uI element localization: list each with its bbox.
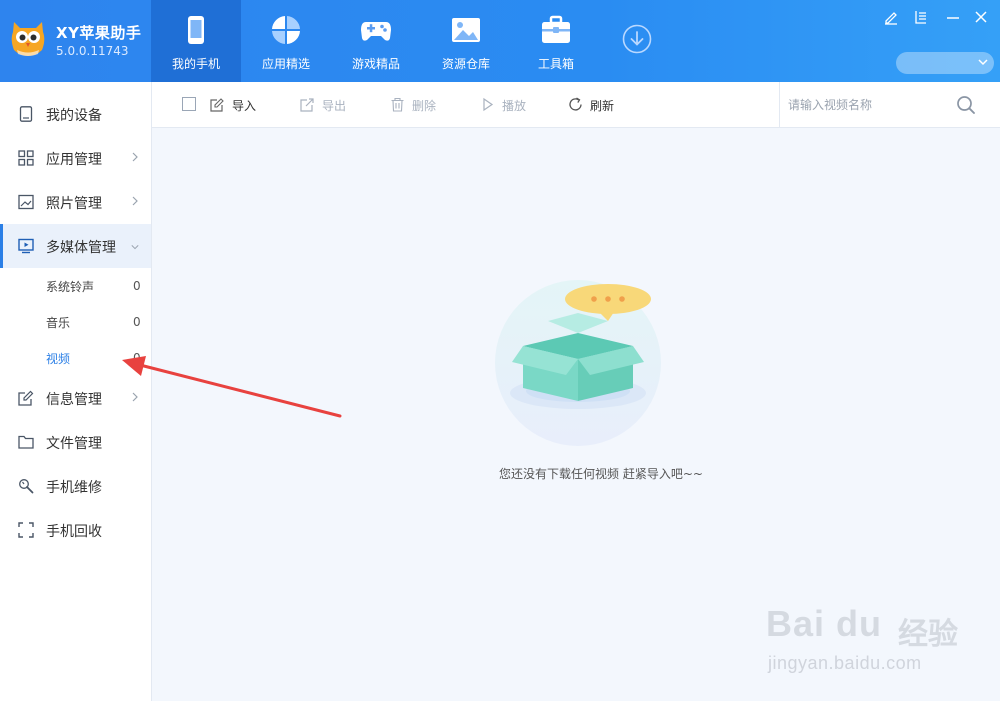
subitem-count: 0 — [133, 279, 141, 293]
export-label: 导出 — [322, 99, 347, 113]
chevron-down-icon — [131, 245, 139, 250]
sidebar-subitem-music[interactable]: 音乐 0 — [0, 304, 151, 340]
play-icon — [483, 97, 494, 112]
sidebar-item-multimedia[interactable]: 多媒体管理 — [0, 224, 151, 268]
search-box — [779, 82, 1000, 128]
chevron-down-icon — [978, 59, 988, 66]
watermark-baidu: Bai du — [766, 603, 883, 644]
baidu-jingyan-watermark: Bai du 经验 jingyan.baidu.com — [766, 595, 966, 685]
app-name: XY苹果助手 — [56, 24, 142, 42]
sidebar-item-recycle[interactable]: 手机回收 — [0, 508, 151, 552]
phone-icon — [188, 16, 204, 44]
sidebar-subitem-ringtones[interactable]: 系统铃声 0 — [0, 268, 151, 304]
owl-logo-icon — [11, 22, 45, 56]
subitem-label: 音乐 — [46, 316, 71, 330]
select-all-checkbox[interactable] — [182, 97, 196, 111]
sidebar-item-label: 手机回收 — [46, 524, 102, 540]
skin-edit-icon[interactable] — [882, 8, 900, 26]
sidebar-item-label: 手机维修 — [46, 480, 102, 496]
minimize-icon[interactable] — [944, 8, 962, 26]
apps-icon — [272, 16, 300, 44]
tab-label: 工具箱 — [537, 57, 574, 71]
toolbox-icon — [542, 15, 570, 43]
sidebar-item-repair[interactable]: 手机维修 — [0, 464, 151, 508]
tab-label: 资源仓库 — [441, 57, 490, 71]
image-icon — [452, 18, 480, 42]
tab-apps[interactable]: 应用精选 — [241, 0, 331, 82]
subitem-label: 系统铃声 — [46, 280, 95, 294]
tab-label: 应用精选 — [261, 57, 310, 71]
download-icon[interactable] — [622, 24, 652, 54]
device-icon — [19, 106, 33, 122]
gamepad-icon — [361, 22, 391, 41]
edit-icon — [18, 390, 34, 406]
sidebar-item-label: 多媒体管理 — [46, 240, 116, 256]
delete-label: 删除 — [412, 99, 437, 113]
wrench-icon — [19, 479, 34, 494]
close-icon[interactable] — [972, 8, 990, 26]
search-input[interactable] — [788, 94, 953, 116]
chevron-right-icon — [132, 152, 138, 162]
photo-icon — [18, 194, 34, 210]
recycle-frame-icon — [18, 522, 34, 538]
monitor-play-icon — [18, 238, 34, 254]
tab-games[interactable]: 游戏精品 — [331, 0, 421, 82]
watermark-jingyan: 经验 — [898, 617, 958, 652]
menu-icon[interactable] — [912, 8, 930, 26]
tab-toolbox[interactable]: 工具箱 — [511, 0, 601, 82]
search-icon[interactable] — [956, 95, 976, 115]
sidebar-item-label: 照片管理 — [46, 196, 102, 212]
empty-box-illustration — [495, 280, 661, 446]
empty-state-message: 您还没有下载任何视频 赶紧导入吧~~ — [499, 467, 703, 481]
play-label: 播放 — [502, 99, 527, 113]
subitem-count: 0 — [133, 315, 141, 329]
refresh-icon — [569, 97, 582, 111]
folder-icon — [18, 435, 34, 449]
tab-label: 游戏精品 — [351, 57, 400, 71]
sidebar-item-label: 信息管理 — [46, 392, 102, 408]
tab-my-phone[interactable]: 我的手机 — [151, 0, 241, 82]
sidebar-item-label: 应用管理 — [46, 152, 102, 168]
export-icon — [300, 98, 314, 112]
trash-icon — [391, 97, 404, 112]
sidebar-item-label: 文件管理 — [46, 436, 102, 452]
sidebar-item-device[interactable]: 我的设备 — [0, 92, 151, 136]
chevron-right-icon — [132, 196, 138, 206]
grid-icon — [18, 150, 34, 166]
sidebar-item-label: 我的设备 — [46, 108, 102, 124]
tab-resources[interactable]: 资源仓库 — [421, 0, 511, 82]
app-version: 5.0.0.11743 — [56, 44, 129, 58]
watermark-url: jingyan.baidu.com — [768, 653, 922, 673]
title-bar: XY苹果助手 5.0.0.11743 我的手机 应用精选 游戏精品 资源仓库 工… — [0, 0, 1000, 82]
sidebar-item-apps[interactable]: 应用管理 — [0, 136, 151, 180]
annotation-arrow-icon — [122, 356, 342, 418]
tab-label: 我的手机 — [171, 57, 220, 71]
refresh-label: 刷新 — [590, 99, 615, 113]
import-label: 导入 — [232, 99, 257, 113]
subitem-label: 视频 — [46, 352, 71, 366]
toolbar: 导入 导出 删除 播放 刷新 — [152, 82, 1000, 128]
sidebar-item-photos[interactable]: 照片管理 — [0, 180, 151, 224]
import-icon — [210, 98, 224, 112]
